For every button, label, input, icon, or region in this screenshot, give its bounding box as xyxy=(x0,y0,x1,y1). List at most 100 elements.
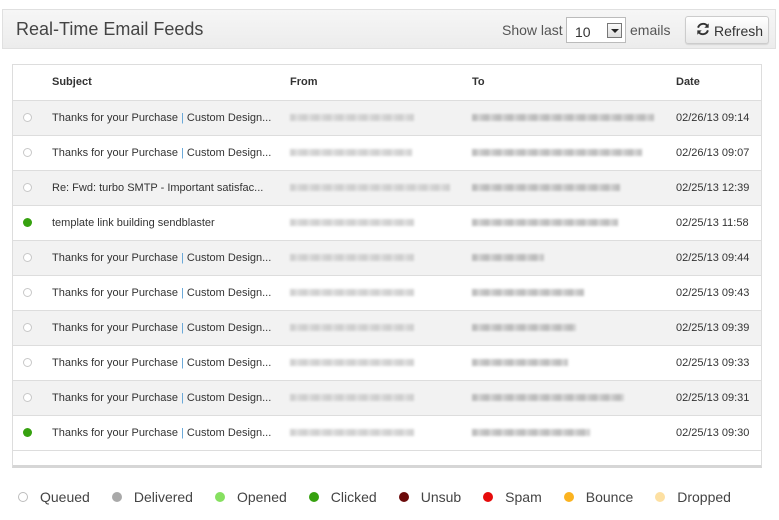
to-cell xyxy=(472,135,676,171)
date-cell: 02/25/13 09:31 xyxy=(676,380,761,416)
status-legend: Queued Delivered Opened Clicked Unsub Spam Bou… xyxy=(18,489,753,505)
refresh-button[interactable]: Refresh xyxy=(685,16,769,44)
status-cell xyxy=(13,170,52,206)
blurred-to-email xyxy=(472,324,576,332)
subject-text: Thanks for your Purchase xyxy=(52,426,182,439)
from-cell xyxy=(290,205,472,241)
column-header-subject[interactable]: Subject xyxy=(52,65,290,101)
to-cell xyxy=(472,275,676,311)
refresh-icon xyxy=(697,22,709,36)
status-queued-icon xyxy=(23,393,32,403)
subject-text-tail: Custom Design... xyxy=(183,286,272,299)
blurred-from-email xyxy=(290,324,414,332)
table-row[interactable]: template link building sendblaster 02/25/… xyxy=(13,205,761,241)
to-cell xyxy=(472,205,676,241)
to-cell xyxy=(472,380,676,416)
subject-cell[interactable]: Thanks for your Purchase | Custom Design… xyxy=(52,135,290,171)
subject-cell[interactable]: Thanks for your Purchase | Custom Design… xyxy=(52,310,290,346)
column-header-to[interactable]: To xyxy=(472,65,676,101)
blurred-to-email xyxy=(472,114,654,122)
blurred-to-email xyxy=(472,289,584,297)
table-row[interactable]: Thanks for your Purchase | Custom Design… xyxy=(13,240,761,276)
status-cell xyxy=(13,415,52,451)
from-cell xyxy=(290,100,472,136)
status-clicked-icon xyxy=(23,428,32,438)
email-feed-table-panel: Subject From To Date Thanks for your Pur… xyxy=(12,64,762,468)
blurred-from-email xyxy=(290,149,412,157)
table-row[interactable]: Thanks for your Purchase | Custom Design… xyxy=(13,275,761,311)
table-row[interactable]: Thanks for your Purchase | Custom Design… xyxy=(13,380,761,416)
blurred-from-email xyxy=(290,429,414,437)
feed-header: Real-Time Email Feeds Show last 10 email… xyxy=(2,9,776,49)
column-header-date[interactable]: Date xyxy=(676,65,761,101)
legend-item-unsub: Unsub xyxy=(398,489,461,505)
subject-text: Thanks for your Purchase xyxy=(52,286,182,299)
refresh-label: Refresh xyxy=(714,23,764,39)
table-row[interactable]: Re: Fwd: turbo SMTP - Important satisfac… xyxy=(13,170,761,206)
table-row[interactable]: Thanks for your Purchase | Custom Design… xyxy=(13,345,761,381)
subject-text: Thanks for your Purchase xyxy=(52,321,182,334)
table-row[interactable]: Thanks for your Purchase | Custom Design… xyxy=(13,310,761,346)
date-cell: 02/25/13 09:30 xyxy=(676,415,761,451)
legend-item-bounce: Bounce xyxy=(563,489,633,505)
legend-unsub-dot-icon xyxy=(398,492,409,502)
from-cell xyxy=(290,170,472,206)
date-cell: 02/26/13 09:07 xyxy=(676,135,761,171)
legend-queued-dot-icon xyxy=(18,492,28,502)
blurred-from-email xyxy=(290,184,450,192)
date-cell: 02/25/13 09:44 xyxy=(676,240,761,276)
blurred-from-email xyxy=(290,219,414,227)
chevron-down-icon[interactable] xyxy=(607,23,622,38)
table-row[interactable]: Thanks for your Purchase | Custom Design… xyxy=(13,415,761,451)
legend-label: Delivered xyxy=(133,489,193,505)
show-last-label: Show last xyxy=(502,22,563,38)
subject-cell[interactable]: Thanks for your Purchase | Custom Design… xyxy=(52,100,290,136)
blurred-from-email xyxy=(290,394,414,402)
subject-cell[interactable]: Re: Fwd: turbo SMTP - Important satisfac… xyxy=(52,170,290,206)
subject-text-tail: Custom Design... xyxy=(183,321,272,334)
table-row[interactable]: Thanks for your Purchase | Custom Design… xyxy=(13,135,761,171)
subject-cell[interactable]: Thanks for your Purchase | Custom Design… xyxy=(52,380,290,416)
blurred-to-email xyxy=(472,394,624,402)
blurred-from-email xyxy=(290,114,414,122)
from-cell xyxy=(290,135,472,171)
subject-cell[interactable]: Thanks for your Purchase | Custom Design… xyxy=(52,415,290,451)
subject-text-tail: Custom Design... xyxy=(183,146,272,159)
to-cell xyxy=(472,310,676,346)
subject-text-tail: Custom Design... xyxy=(183,111,272,124)
email-feed-table: Subject From To Date Thanks for your Pur… xyxy=(13,65,761,451)
subject-cell[interactable]: template link building sendblaster xyxy=(52,205,290,241)
subject-text: Thanks for your Purchase xyxy=(52,391,182,404)
blurred-to-email xyxy=(472,184,620,192)
subject-cell[interactable]: Thanks for your Purchase | Custom Design… xyxy=(52,240,290,276)
table-row[interactable]: Thanks for your Purchase | Custom Design… xyxy=(13,100,761,136)
subject-text-tail: Custom Design... xyxy=(183,426,272,439)
blurred-to-email xyxy=(472,359,568,367)
date-cell: 02/25/13 12:39 xyxy=(676,170,761,206)
legend-delivered-dot-icon xyxy=(111,492,122,502)
subject-cell[interactable]: Thanks for your Purchase | Custom Design… xyxy=(52,345,290,381)
legend-item-opened: Opened xyxy=(214,489,287,505)
status-clicked-icon xyxy=(23,218,32,228)
to-cell xyxy=(472,415,676,451)
status-cell xyxy=(13,100,52,136)
status-cell xyxy=(13,380,52,416)
from-cell xyxy=(290,310,472,346)
legend-spam-dot-icon xyxy=(483,492,494,502)
date-cell: 02/25/13 09:39 xyxy=(676,310,761,346)
legend-clicked-dot-icon xyxy=(308,492,319,502)
status-cell xyxy=(13,345,52,381)
emails-label: emails xyxy=(630,22,671,38)
status-cell xyxy=(13,240,52,276)
blurred-from-email xyxy=(290,359,414,367)
table-header-row: Subject From To Date xyxy=(13,65,761,101)
subject-cell[interactable]: Thanks for your Purchase | Custom Design… xyxy=(52,275,290,311)
from-cell xyxy=(290,240,472,276)
legend-item-dropped: Dropped xyxy=(655,489,731,505)
legend-label: Queued xyxy=(40,489,90,505)
blurred-to-email xyxy=(472,149,642,157)
show-last-select[interactable]: 10 xyxy=(566,17,626,43)
to-cell xyxy=(472,170,676,206)
legend-label: Opened xyxy=(236,489,287,505)
column-header-from[interactable]: From xyxy=(290,65,472,101)
